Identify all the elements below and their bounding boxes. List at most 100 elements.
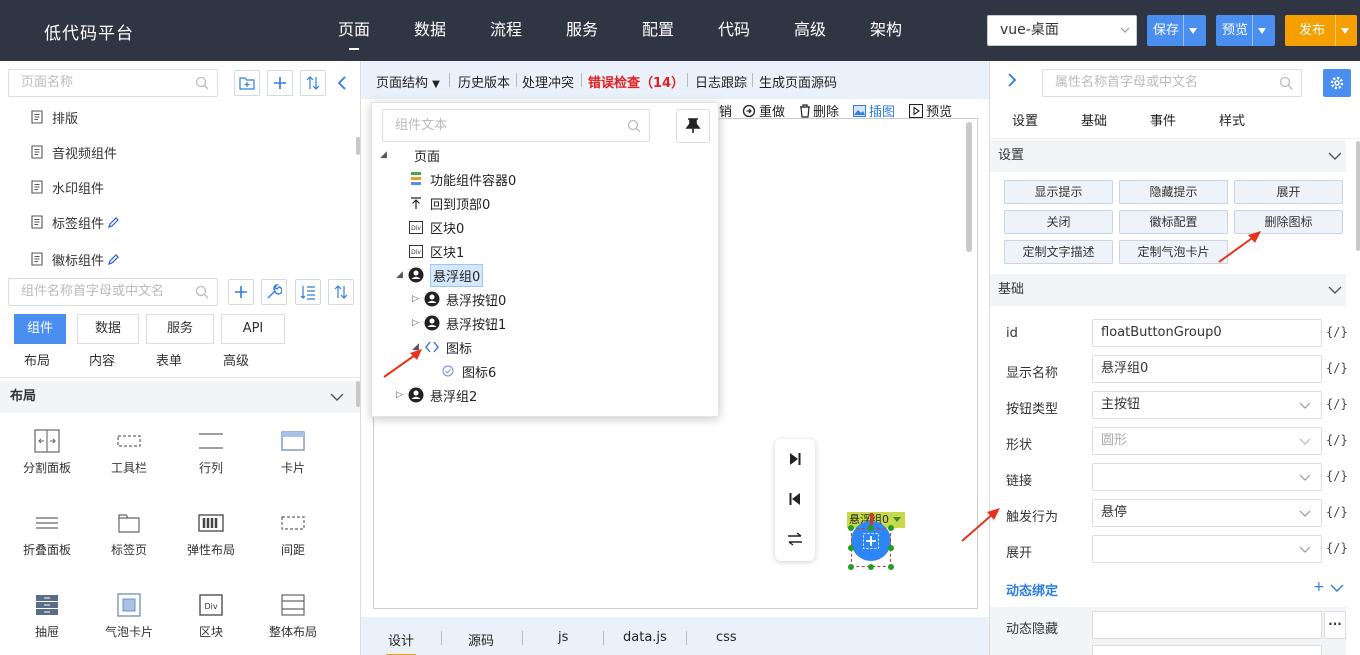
- tab-components[interactable]: 组件: [14, 314, 66, 344]
- page-item-media[interactable]: 音视频组件: [30, 142, 117, 162]
- comp-split-panel[interactable]: 分割面板: [6, 423, 88, 495]
- resolve-conflict-button[interactable]: 处理冲突: [522, 72, 574, 91]
- collapsed-caret-icon[interactable]: ▷: [412, 294, 424, 304]
- badge-config-button[interactable]: 徽标配置: [1119, 210, 1228, 234]
- chevron-down-icon[interactable]: [1330, 584, 1344, 592]
- expanded-caret-icon[interactable]: ◢: [396, 270, 408, 280]
- tab-api[interactable]: API: [221, 314, 285, 344]
- tab-js[interactable]: js: [558, 630, 568, 645]
- sort-components-button[interactable]: [328, 279, 354, 305]
- next-field-input[interactable]: [1092, 645, 1322, 655]
- page-item-layout[interactable]: 排版: [30, 107, 78, 127]
- history-button[interactable]: 历史版本: [458, 72, 510, 91]
- dynamic-binding-title[interactable]: 动态绑定: [1006, 580, 1058, 599]
- resize-handle[interactable]: [888, 564, 894, 570]
- page-item-watermark[interactable]: 水印组件: [30, 177, 104, 197]
- save-button[interactable]: 保存: [1147, 15, 1206, 46]
- comp-toolbar[interactable]: 工具栏: [88, 423, 170, 495]
- bind-expression-button[interactable]: {/}: [1326, 325, 1348, 339]
- id-input[interactable]: floatButtonGroup0: [1092, 319, 1322, 347]
- error-check-button[interactable]: 错误检查（14）: [588, 72, 684, 91]
- hide-tooltip-button[interactable]: 隐藏提示: [1119, 180, 1228, 204]
- publish-dropdown-icon[interactable]: [1335, 15, 1353, 46]
- basic-section-header[interactable]: 基础: [990, 274, 1346, 306]
- comp-card[interactable]: 卡片: [252, 423, 334, 495]
- subtab-layout[interactable]: 布局: [24, 347, 50, 377]
- chevron-right-icon[interactable]: [1007, 72, 1017, 88]
- resize-handle[interactable]: [868, 525, 874, 531]
- subtab-content[interactable]: 内容: [89, 347, 115, 377]
- tree-node-float-group2[interactable]: ▷ 悬浮组2: [396, 384, 477, 406]
- bind-expression-button[interactable]: {/}: [1326, 361, 1348, 375]
- bind-expression-button[interactable]: {/}: [1326, 433, 1348, 447]
- log-trace-button[interactable]: 日志跟踪: [695, 72, 747, 91]
- delete-icon-button[interactable]: 删除图标: [1234, 210, 1343, 234]
- edit-pencil-icon[interactable]: [108, 253, 119, 265]
- more-options-button[interactable]: ···: [1324, 611, 1346, 639]
- resize-handle[interactable]: [888, 545, 894, 551]
- publish-button[interactable]: 发布: [1285, 15, 1357, 46]
- resize-handle[interactable]: [848, 545, 854, 551]
- subtab-form[interactable]: 表单: [156, 347, 182, 377]
- trigger-select[interactable]: 悬停: [1092, 499, 1322, 527]
- skip-end-button[interactable]: [775, 439, 815, 479]
- expand-button[interactable]: 展开: [1234, 180, 1343, 204]
- layout-section-header[interactable]: 布局: [0, 381, 360, 413]
- custom-text-button[interactable]: 定制文字描述: [1004, 240, 1113, 264]
- nav-advanced[interactable]: 高级: [772, 0, 848, 61]
- comp-tabs[interactable]: 标签页: [88, 505, 170, 577]
- preview-dropdown-icon[interactable]: [1252, 15, 1270, 46]
- nav-flow[interactable]: 流程: [468, 0, 544, 61]
- comp-space[interactable]: 间距: [252, 505, 334, 577]
- close-button[interactable]: 关闭: [1004, 210, 1113, 234]
- add-component-button[interactable]: [228, 279, 254, 305]
- tab-service[interactable]: 服务: [146, 314, 214, 344]
- link-select[interactable]: [1092, 463, 1322, 491]
- tree-node-block1[interactable]: Div 区块1: [396, 240, 464, 262]
- property-search-input[interactable]: 属性名称首字母或中文名: [1042, 69, 1302, 97]
- tab-design[interactable]: 设计: [385, 630, 417, 655]
- shape-select[interactable]: 圆形: [1092, 427, 1322, 455]
- collapsed-caret-icon[interactable]: ▷: [396, 390, 408, 400]
- pin-button[interactable]: [676, 109, 710, 143]
- tree-node-block0[interactable]: Div 区块0: [396, 216, 464, 238]
- bind-expression-button[interactable]: {/}: [1326, 469, 1348, 483]
- nav-architecture[interactable]: 架构: [848, 0, 924, 61]
- add-folder-button[interactable]: [234, 70, 260, 96]
- page-list-scrollbar[interactable]: [356, 137, 360, 155]
- bind-expression-button[interactable]: {/}: [1326, 541, 1348, 555]
- page-search-input[interactable]: 页面名称: [8, 69, 218, 97]
- tab-data[interactable]: 数据: [77, 314, 139, 344]
- comp-drawer[interactable]: 抽屉: [6, 587, 88, 655]
- tab-style[interactable]: 样式: [1219, 105, 1245, 138]
- nav-code[interactable]: 代码: [696, 0, 772, 61]
- tree-node-float-button0[interactable]: ▷ 悬浮按钮0: [412, 288, 506, 310]
- comp-flex[interactable]: 弹性布局: [170, 505, 252, 577]
- nav-page[interactable]: 页面: [316, 0, 392, 61]
- add-binding-button[interactable]: +: [1313, 579, 1325, 595]
- tree-node-function-container[interactable]: 功能组件容器0: [396, 168, 516, 190]
- list-sort-button[interactable]: [295, 279, 321, 305]
- tree-search-input[interactable]: 组件文本: [382, 109, 650, 142]
- expand-select[interactable]: [1092, 535, 1322, 563]
- resize-handle[interactable]: [848, 564, 854, 570]
- page-item-badge[interactable]: 徽标组件: [30, 249, 119, 269]
- show-tooltip-button[interactable]: 显示提示: [1004, 180, 1113, 204]
- tools-button[interactable]: [261, 279, 287, 305]
- component-search-input[interactable]: 组件名称首字母或中文名: [8, 278, 218, 306]
- skip-start-button[interactable]: [775, 479, 815, 519]
- tree-node-float-group0[interactable]: ◢ 悬浮组0: [396, 263, 484, 287]
- rotate-handle[interactable]: [870, 513, 873, 525]
- tab-css[interactable]: css: [716, 630, 737, 645]
- dynamic-hidden-input[interactable]: [1092, 611, 1322, 639]
- sort-pages-button[interactable]: [300, 70, 326, 96]
- resize-handle[interactable]: [888, 525, 894, 531]
- comp-collapse[interactable]: 折叠面板: [6, 505, 88, 577]
- collapse-panel-icon[interactable]: [336, 75, 348, 91]
- edit-pencil-icon[interactable]: [108, 216, 119, 228]
- generate-source-button[interactable]: 生成页面源码: [759, 72, 837, 91]
- env-select[interactable]: vue-桌面: [987, 15, 1137, 46]
- tree-node-page[interactable]: ◢ 页面: [380, 144, 440, 166]
- tree-node-icon6[interactable]: 图标6: [428, 360, 496, 382]
- tab-data-js[interactable]: data.js: [623, 630, 667, 645]
